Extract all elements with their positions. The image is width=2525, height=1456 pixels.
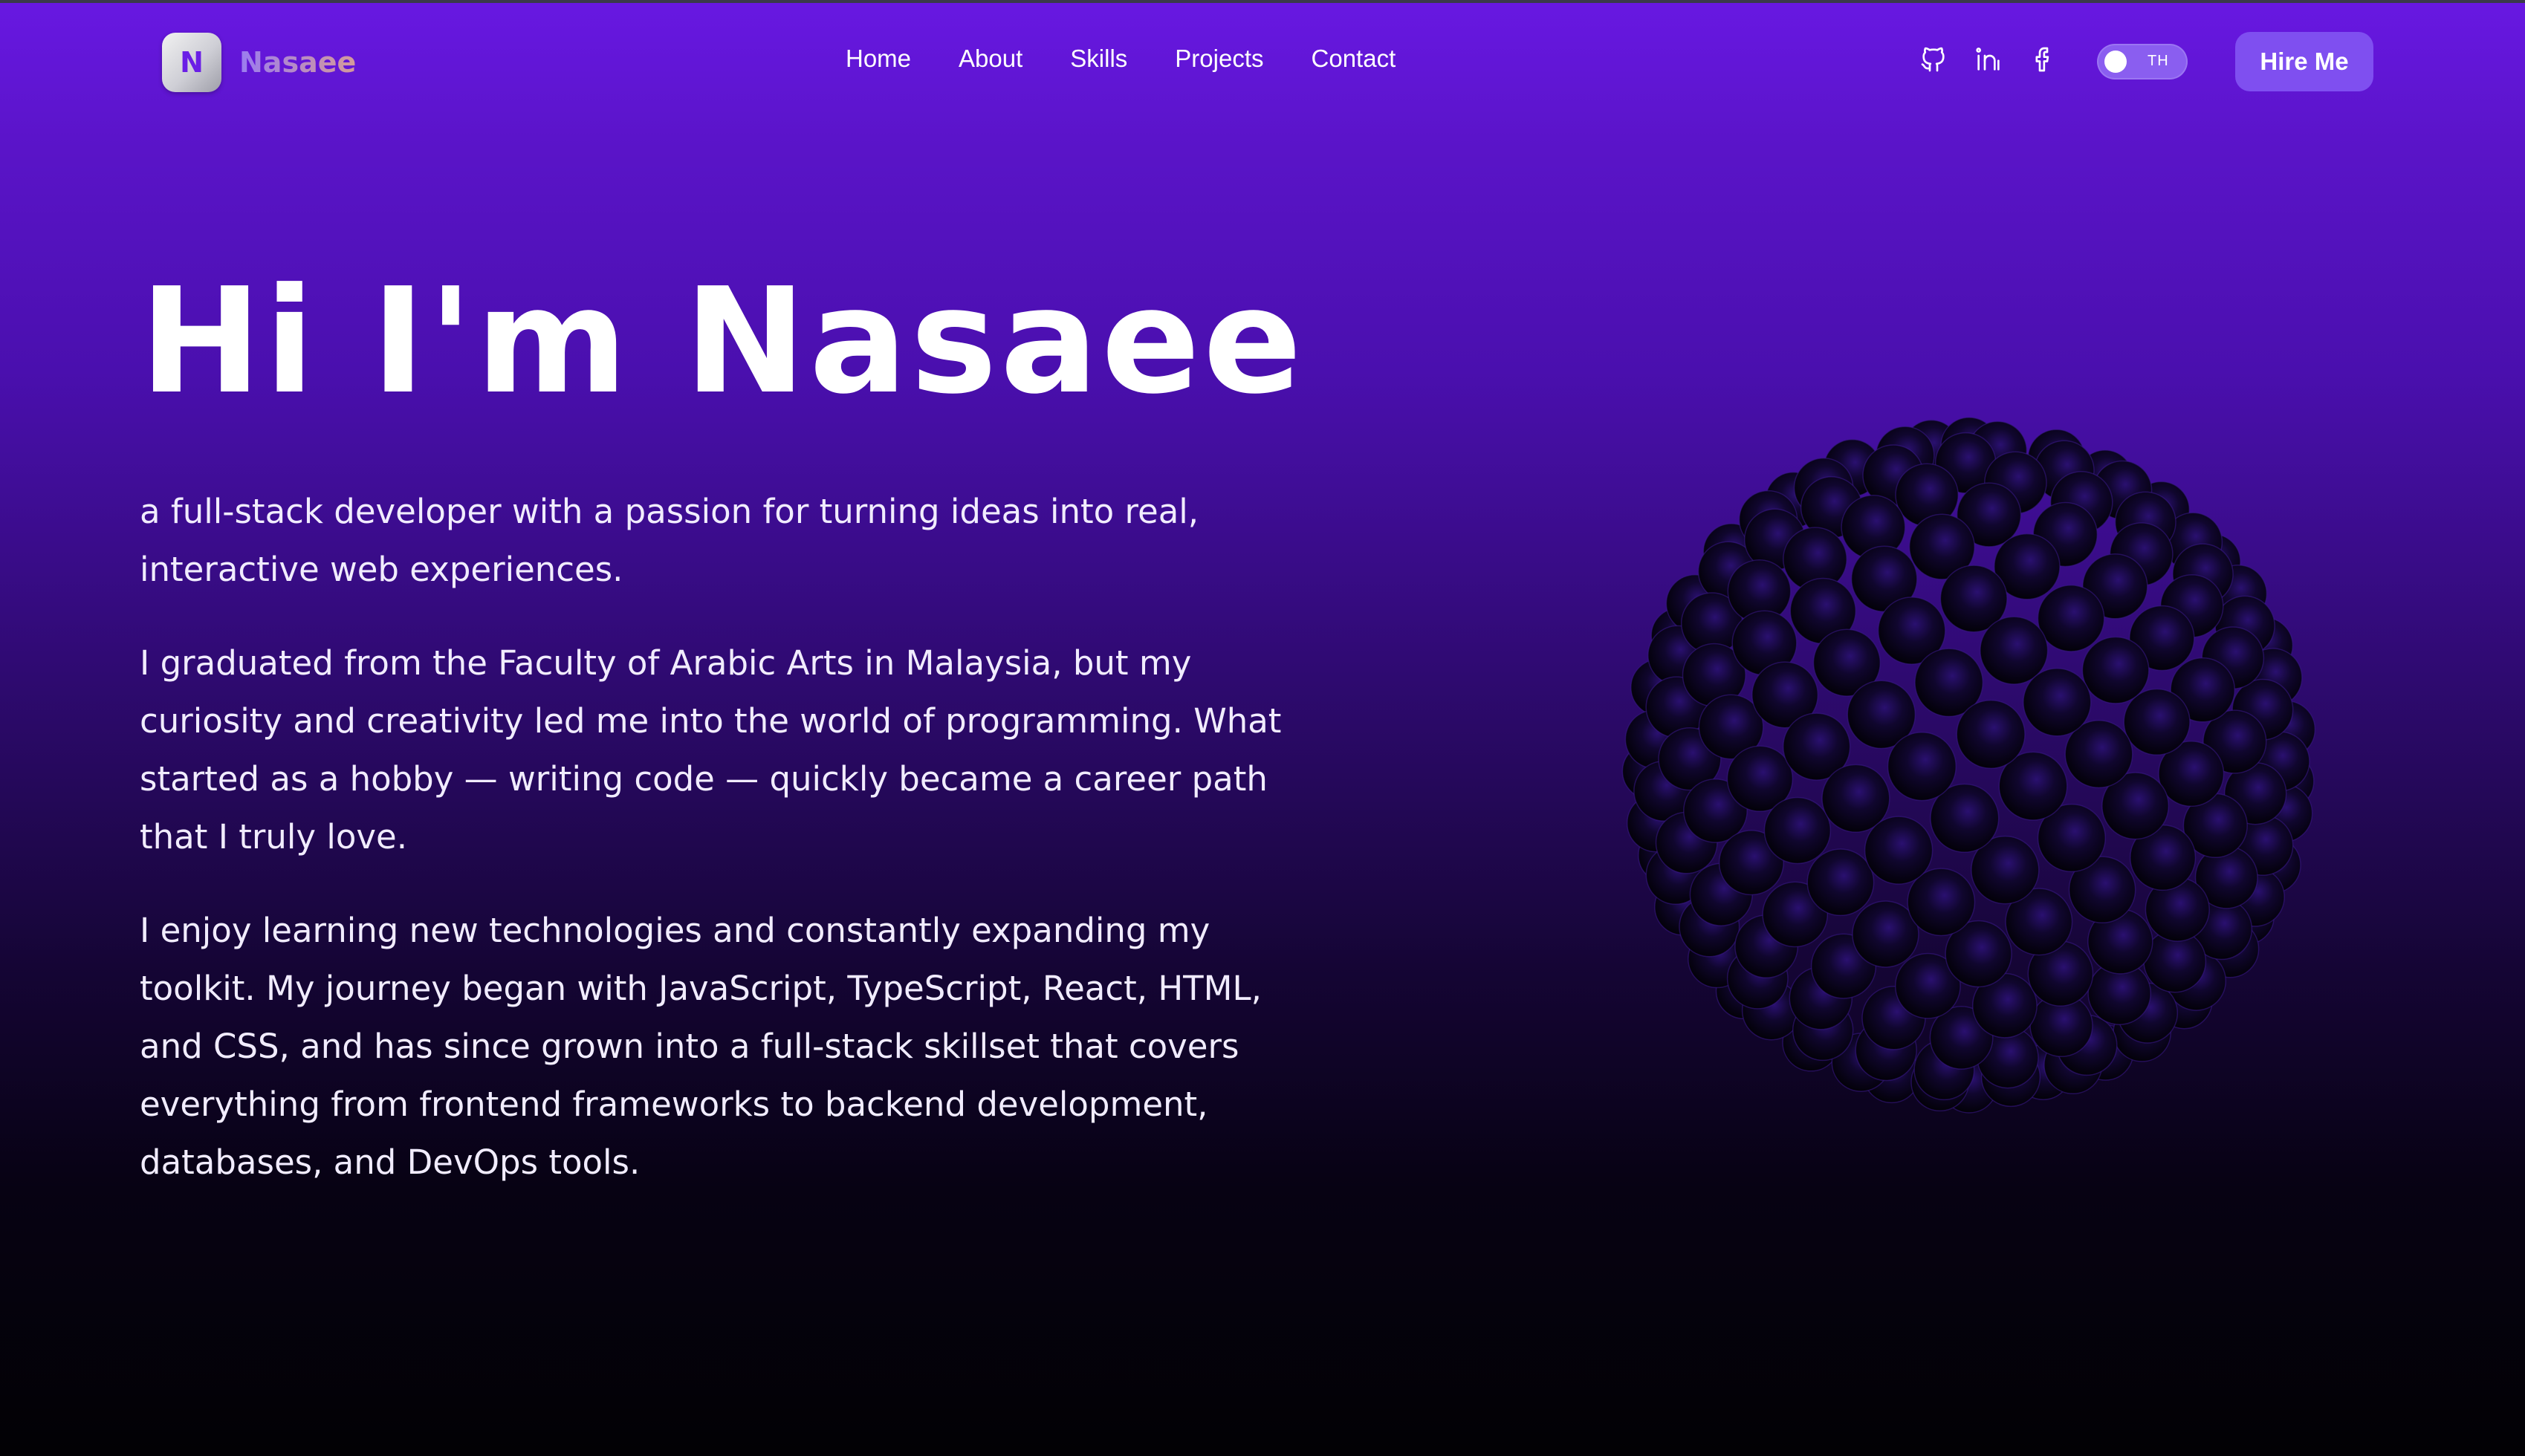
nav-item-home[interactable]: Home xyxy=(846,45,911,73)
hire-me-button[interactable]: Hire Me xyxy=(2235,32,2373,91)
nav-item-contact[interactable]: Contact xyxy=(1312,45,1396,73)
toggle-knob xyxy=(2104,51,2127,73)
nav-item-projects[interactable]: Projects xyxy=(1175,45,1263,73)
hero-title: Hi I'm Nasaee xyxy=(140,257,1305,426)
github-icon[interactable] xyxy=(1917,43,1950,76)
sphere-bubble xyxy=(2081,636,2150,704)
language-label: TH xyxy=(2148,53,2169,69)
logo-letter: N xyxy=(180,46,204,79)
language-toggle[interactable]: TH xyxy=(2097,44,2188,79)
brand-logo[interactable]: N Nasaee xyxy=(162,33,356,92)
sphere-bubble xyxy=(1763,796,1832,865)
hero-skills-paragraph: I enjoy learning new technologies and co… xyxy=(140,911,1262,1182)
sphere-bubble xyxy=(1956,699,2026,770)
hero-background-paragraph: I graduated from the Faculty of Arabic A… xyxy=(140,643,1282,857)
nav-item-about[interactable]: About xyxy=(959,45,1022,73)
brand-name: Nasaee xyxy=(239,46,357,79)
hero-section: Hi I'm Nasaee xyxy=(140,260,1329,423)
sphere-bubble xyxy=(1806,848,1875,917)
sphere-bubble xyxy=(2037,585,2105,652)
facebook-icon[interactable] xyxy=(2027,43,2060,76)
sphere-svg xyxy=(1621,417,2316,1114)
hero-intro-paragraph: a full-stack developer with a passion fo… xyxy=(140,492,1199,589)
logo-badge: N xyxy=(162,33,221,92)
sphere-bubble xyxy=(2023,668,2092,737)
sphere-bubble xyxy=(2123,688,2191,756)
main-nav: Home About Skills Projects Contact xyxy=(846,45,1396,73)
nav-item-skills[interactable]: Skills xyxy=(1070,45,1127,73)
bubble-sphere-graphic xyxy=(1620,416,2318,1114)
site-header: N Nasaee Home About Skills Projects Cont… xyxy=(0,0,2525,126)
linkedin-icon[interactable] xyxy=(1972,43,2005,76)
social-links xyxy=(1917,43,2060,76)
sphere-bubble xyxy=(1864,816,1934,885)
sphere-bubble xyxy=(1887,732,1957,802)
